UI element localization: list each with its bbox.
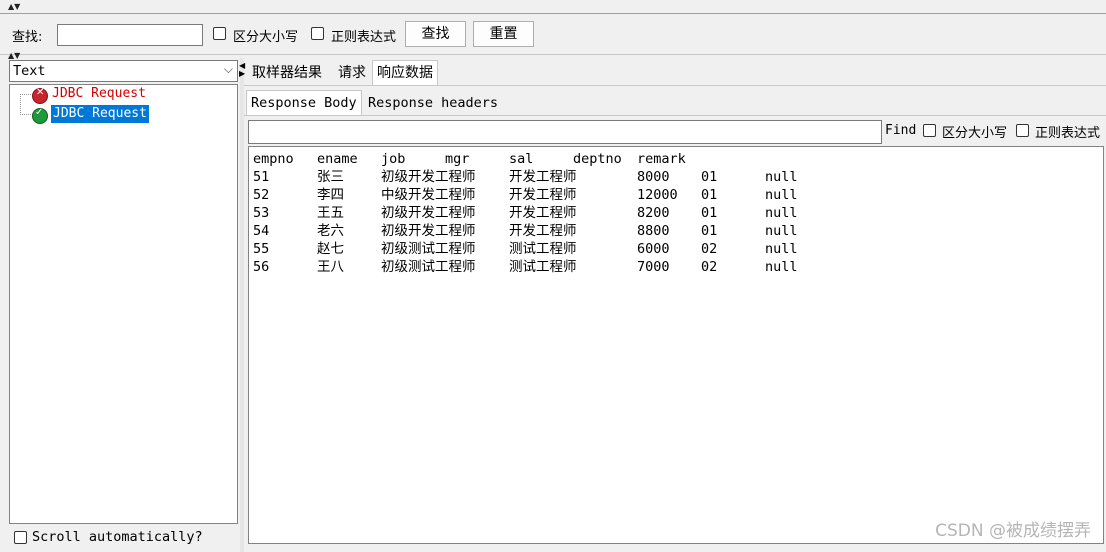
table-cell: 8800 bbox=[637, 223, 670, 239]
tree-item-jdbc-request-error[interactable]: JDBC Request bbox=[52, 85, 146, 103]
table-cell: 开发工程师 bbox=[509, 187, 577, 203]
table-cell: 02 bbox=[701, 241, 718, 257]
table-cell: null bbox=[765, 223, 798, 239]
error-shield-icon: ✕ bbox=[32, 87, 48, 104]
subtab-divider bbox=[244, 115, 1106, 116]
renderer-select-value: Text bbox=[13, 63, 46, 79]
search-label: 查找: bbox=[12, 30, 43, 45]
scroll-auto-label: Scroll automatically? bbox=[32, 529, 203, 545]
table-cell: null bbox=[765, 241, 798, 257]
table-cell: 张三 bbox=[317, 169, 344, 185]
table-cell: 51 bbox=[253, 169, 270, 185]
table-cell: 初级测试工程师 bbox=[381, 259, 476, 275]
collapse-arrow-icon[interactable]: ▲▼ bbox=[8, 3, 20, 11]
table-cell: null bbox=[765, 259, 798, 275]
reset-button[interactable]: 重置 bbox=[473, 21, 534, 47]
table-cell: 52 bbox=[253, 187, 270, 203]
tab-response-headers[interactable]: Response headers bbox=[364, 92, 502, 114]
results-tree: ✕ JDBC Request ✓ JDBC Request bbox=[9, 84, 238, 524]
table-cell: 53 bbox=[253, 205, 270, 221]
collapse-arrow-icon[interactable]: ◀ ▶ bbox=[239, 62, 245, 78]
response-body-text[interactable]: empno ename job mgr sal deptno remark 51… bbox=[248, 146, 1104, 544]
table-cell: 老六 bbox=[317, 223, 344, 239]
table-cell: 测试工程师 bbox=[509, 241, 577, 257]
table-cell: 赵七 bbox=[317, 241, 344, 257]
table-cell: 初级开发工程师 bbox=[381, 169, 476, 185]
table-cell: 02 bbox=[701, 259, 718, 275]
table-cell: 初级测试工程师 bbox=[381, 241, 476, 257]
column-header: job bbox=[381, 151, 406, 167]
table-cell: 54 bbox=[253, 223, 270, 239]
table-cell: 8200 bbox=[637, 205, 670, 221]
watermark: CSDN @被成绩摆弄 bbox=[935, 521, 1091, 541]
table-cell: 开发工程师 bbox=[509, 169, 577, 185]
table-cell: 初级开发工程师 bbox=[381, 223, 476, 239]
table-cell: 王八 bbox=[317, 259, 344, 275]
tree-item-jdbc-request-selected[interactable]: JDBC Request bbox=[50, 104, 150, 124]
table-cell: 开发工程师 bbox=[509, 205, 577, 221]
find-regex-label: 正则表达式 bbox=[1035, 126, 1101, 141]
regex-label: 正则表达式 bbox=[331, 30, 397, 45]
tree-connector bbox=[20, 94, 22, 115]
find-button[interactable]: 查找 bbox=[405, 21, 466, 47]
pane-splitter[interactable]: ◀ ▶ bbox=[239, 58, 245, 552]
column-header: deptno bbox=[573, 151, 622, 167]
collapse-arrow-icon[interactable]: ▲▼ bbox=[8, 52, 20, 60]
table-cell: 55 bbox=[253, 241, 270, 257]
table-cell: 测试工程师 bbox=[509, 259, 577, 275]
table-cell: 6000 bbox=[637, 241, 670, 257]
table-cell: 李四 bbox=[317, 187, 344, 203]
find-regex-checkbox[interactable] bbox=[1016, 124, 1029, 137]
table-cell: 7000 bbox=[637, 259, 670, 275]
case-sensitive-label: 区分大小写 bbox=[233, 30, 299, 45]
column-header: ename bbox=[317, 151, 358, 167]
find-case-sensitive-checkbox[interactable] bbox=[923, 124, 936, 137]
table-cell: 56 bbox=[253, 259, 270, 275]
column-header: sal bbox=[509, 151, 534, 167]
column-header: empno bbox=[253, 151, 294, 167]
column-header: remark bbox=[637, 151, 686, 167]
tab-response-data[interactable]: 响应数据 bbox=[372, 60, 438, 86]
table-cell: null bbox=[765, 169, 798, 185]
success-shield-icon: ✓ bbox=[32, 107, 48, 124]
table-cell: 01 bbox=[701, 169, 718, 185]
table-cell: 01 bbox=[701, 205, 718, 221]
table-cell: null bbox=[765, 187, 798, 203]
table-cell: 8000 bbox=[637, 169, 670, 185]
renderer-select[interactable]: Text ⌵ bbox=[9, 60, 238, 82]
regex-checkbox[interactable] bbox=[311, 27, 324, 40]
column-header: mgr bbox=[445, 151, 470, 167]
table-cell: 开发工程师 bbox=[509, 223, 577, 239]
tab-request[interactable]: 请求 bbox=[334, 62, 370, 84]
table-cell: null bbox=[765, 205, 798, 221]
response-find-input[interactable] bbox=[248, 120, 882, 144]
tab-divider bbox=[244, 85, 1106, 86]
case-sensitive-checkbox[interactable] bbox=[213, 27, 226, 40]
search-input[interactable] bbox=[57, 24, 203, 46]
tab-sampler-result[interactable]: 取样器结果 bbox=[248, 62, 326, 84]
table-cell: 初级开发工程师 bbox=[381, 205, 476, 221]
find-label: Find bbox=[885, 123, 917, 138]
table-cell: 中级开发工程师 bbox=[381, 187, 476, 203]
tree-connector bbox=[20, 114, 31, 115]
table-cell: 01 bbox=[701, 187, 718, 203]
find-case-sensitive-label: 区分大小写 bbox=[942, 126, 1008, 141]
table-cell: 12000 bbox=[637, 187, 678, 203]
table-cell: 01 bbox=[701, 223, 718, 239]
scroll-auto-checkbox[interactable] bbox=[14, 531, 27, 544]
table-cell: 王五 bbox=[317, 205, 344, 221]
chevron-down-icon: ⌵ bbox=[223, 62, 233, 76]
tab-response-body[interactable]: Response Body bbox=[246, 90, 362, 116]
tree-connector bbox=[20, 94, 31, 95]
